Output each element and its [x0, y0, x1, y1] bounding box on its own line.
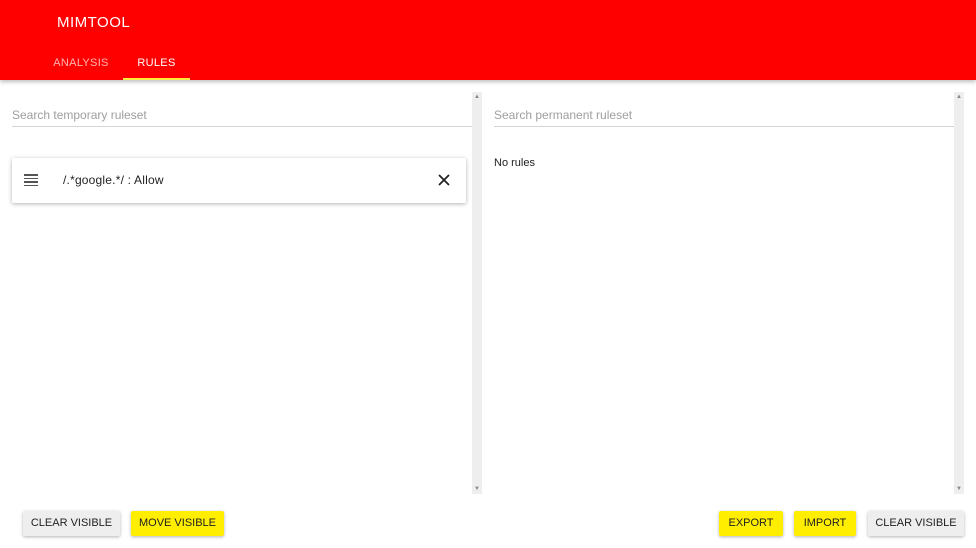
search-temporary-input[interactable] — [12, 104, 472, 127]
permanent-ruleset-panel: No rules ▲ ▼ — [482, 92, 966, 494]
rule-text: /.*google.*/ : Allow — [63, 173, 164, 187]
move-visible-button[interactable]: MOVE VISIBLE — [131, 511, 224, 536]
drag-handle-icon[interactable] — [24, 174, 38, 186]
app-bar: MIMTOOL ANALYSIS RULES — [0, 0, 976, 80]
tab-rules-label: RULES — [137, 57, 176, 69]
permanent-scrollbar[interactable]: ▲ ▼ — [954, 92, 964, 494]
temporary-ruleset-panel: /.*google.*/ : Allow ▲ ▼ — [0, 92, 482, 494]
chevron-up-icon[interactable]: ▲ — [472, 92, 482, 102]
chevron-down-icon[interactable]: ▼ — [472, 484, 482, 494]
tab-analysis[interactable]: ANALYSIS — [52, 46, 110, 80]
clear-visible-temporary-button[interactable]: CLEAR VISIBLE — [23, 511, 120, 536]
rule-item[interactable]: /.*google.*/ : Allow — [12, 158, 466, 203]
empty-state-text: No rules — [494, 157, 535, 169]
tab-rules[interactable]: RULES — [123, 46, 190, 80]
clear-visible-permanent-button[interactable]: CLEAR VISIBLE — [868, 511, 964, 536]
app-title: MIMTOOL — [57, 14, 131, 31]
chevron-down-icon[interactable]: ▼ — [954, 484, 964, 494]
search-permanent-input[interactable] — [494, 104, 954, 127]
close-icon[interactable] — [436, 172, 452, 188]
export-button[interactable]: EXPORT — [719, 511, 783, 536]
active-tab-indicator — [123, 78, 190, 80]
temporary-scrollbar[interactable]: ▲ ▼ — [472, 92, 482, 494]
import-button[interactable]: IMPORT — [794, 511, 856, 536]
chevron-up-icon[interactable]: ▲ — [954, 92, 964, 102]
